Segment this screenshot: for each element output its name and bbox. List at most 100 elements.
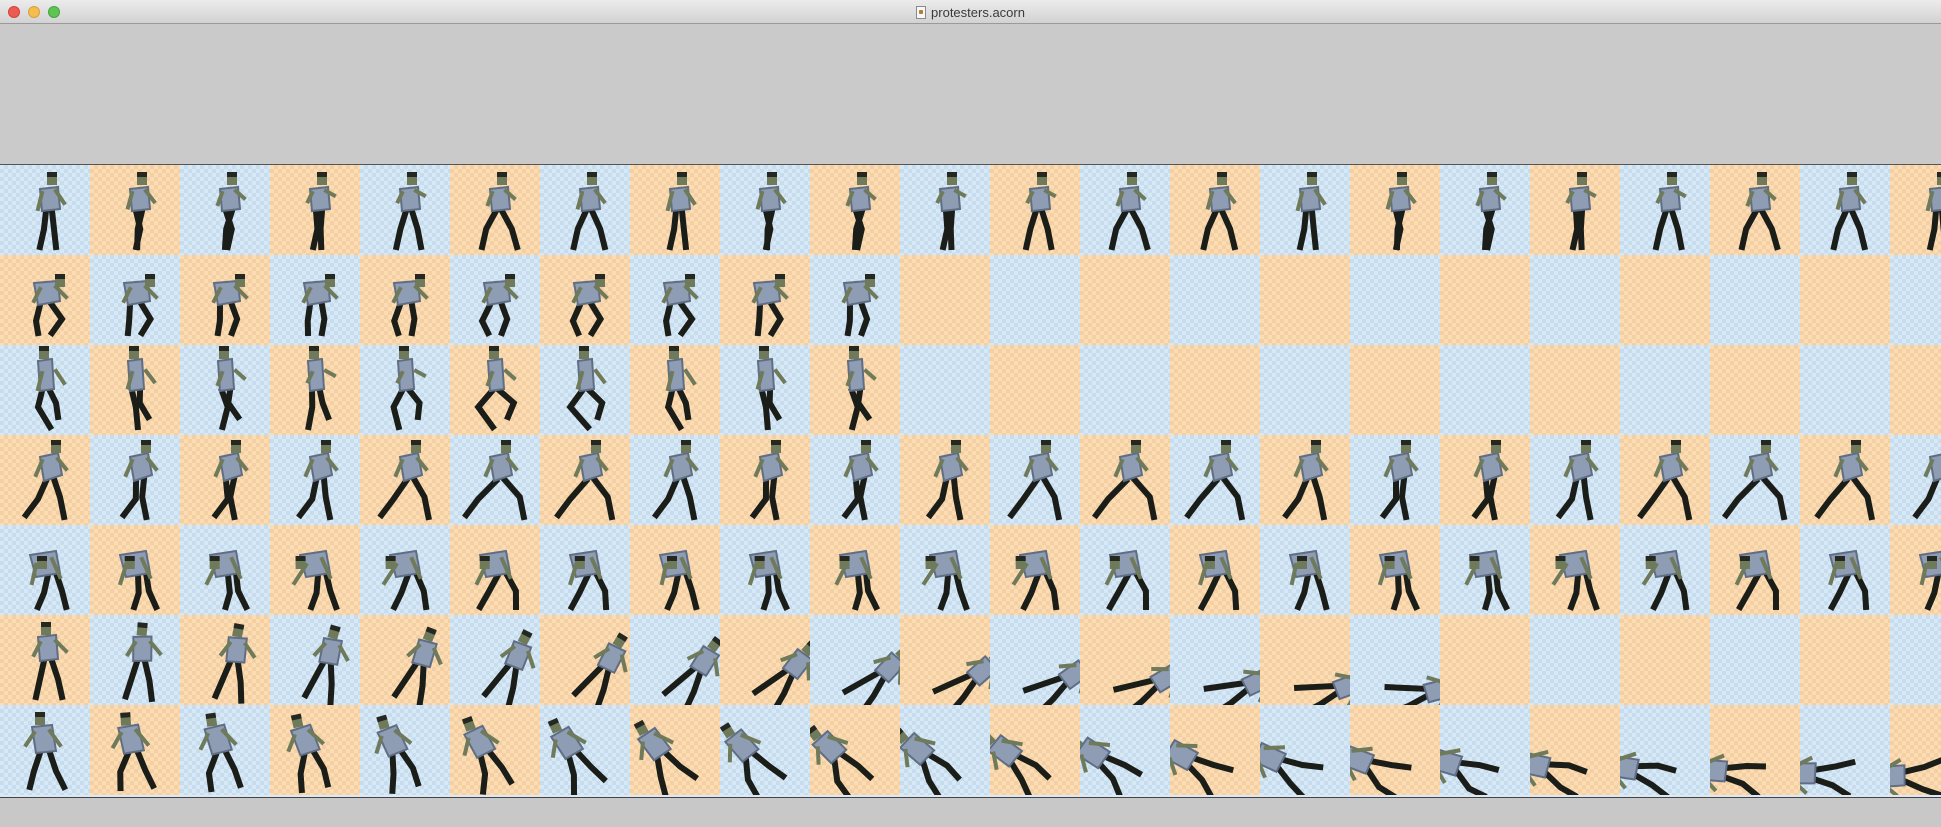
sprite-frame-walking-upright xyxy=(1350,165,1440,255)
protester-sprite xyxy=(1080,734,1144,795)
protester-sprite xyxy=(1379,440,1419,521)
sprite-frame-falling-down xyxy=(720,615,810,705)
empty-sprite-cell xyxy=(1620,345,1710,435)
sprite-frame-running xyxy=(1080,435,1170,525)
sprite-frame-knocked-down xyxy=(0,705,90,795)
empty-sprite-cell xyxy=(1260,345,1350,435)
bottom-status-bar xyxy=(0,797,1941,827)
empty-sprite-cell xyxy=(1080,255,1170,345)
protester-sprite xyxy=(1800,755,1856,795)
sprite-frame-bending-over xyxy=(1530,525,1620,615)
sprite-frame-bending-over xyxy=(360,525,450,615)
protester-sprite xyxy=(661,274,699,338)
window-title: protesters.acorn xyxy=(931,4,1025,20)
protester-sprite xyxy=(1641,549,1690,612)
sprite-frame-climbing xyxy=(360,345,450,435)
protester-sprite xyxy=(570,172,609,251)
sprite-frame-knocked-down xyxy=(1440,705,1530,795)
protester-sprite xyxy=(566,346,607,432)
sprite-frame-bending-over xyxy=(1170,525,1260,615)
protester-sprite xyxy=(751,274,789,338)
sprite-frame-knocked-down xyxy=(990,705,1080,795)
sprite-frame-walking-upright xyxy=(0,165,90,255)
sprite-frame-bending-over xyxy=(1080,525,1170,615)
sprite-frame-knocked-down xyxy=(1170,705,1260,795)
empty-sprite-cell xyxy=(1800,255,1890,345)
protester-sprite xyxy=(571,632,628,705)
sprite-frame-walking-upright xyxy=(1170,165,1260,255)
sprite-frame-falling-down xyxy=(450,615,540,705)
sprite-frame-running xyxy=(1260,435,1350,525)
protester-sprite xyxy=(121,274,159,338)
sprite-frame-bending-over xyxy=(270,525,360,615)
sprite-frame-running xyxy=(180,435,270,525)
sprite-frame-running xyxy=(810,435,900,525)
protester-sprite xyxy=(305,172,337,251)
sprite-frame-bending-over xyxy=(1800,525,1890,615)
protester-sprite xyxy=(296,440,339,521)
sprite-frame-climbing xyxy=(630,345,720,435)
protester-sprite xyxy=(374,714,422,794)
protester-sprite xyxy=(1475,172,1507,251)
sprite-frame-falling-down xyxy=(360,615,450,705)
empty-sprite-cell xyxy=(1710,345,1800,435)
sprite-frame-walking-upright xyxy=(90,165,180,255)
protester-sprite xyxy=(461,716,515,795)
protester-sprite xyxy=(377,440,432,521)
sprite-frame-walking-upright xyxy=(1440,165,1530,255)
protester-sprite xyxy=(35,172,67,251)
sprite-frame-climbing xyxy=(270,345,360,435)
empty-sprite-cell xyxy=(1440,255,1530,345)
protester-sprite xyxy=(1022,172,1057,251)
empty-sprite-cell xyxy=(1530,345,1620,435)
document-proxy-icon[interactable] xyxy=(916,5,927,19)
sprite-frame-knocked-down xyxy=(270,705,360,795)
protester-sprite xyxy=(921,549,970,611)
empty-sprite-cell xyxy=(990,345,1080,435)
protester-sprite xyxy=(1293,672,1350,705)
protester-sprite xyxy=(462,440,528,521)
sprite-frame-knocked-down xyxy=(90,705,180,795)
protester-sprite xyxy=(1022,659,1080,705)
protester-sprite xyxy=(845,172,877,251)
protester-sprite xyxy=(1738,172,1781,251)
empty-sprite-cell xyxy=(1890,615,1941,705)
empty-sprite-cell xyxy=(1440,345,1530,435)
image-canvas[interactable] xyxy=(0,165,1941,797)
sprite-frame-knocked-down xyxy=(1530,705,1620,795)
protester-sprite xyxy=(845,346,877,431)
protester-sprite xyxy=(1721,440,1788,521)
protester-sprite xyxy=(390,346,427,431)
protester-sprite xyxy=(834,549,881,612)
sprite-frame-climbing xyxy=(540,345,630,435)
protester-sprite xyxy=(198,712,244,793)
protester-sprite xyxy=(810,724,875,795)
sprite-frame-crouching xyxy=(360,255,450,345)
protester-sprite xyxy=(1007,440,1063,521)
sprite-frame-knocked-down xyxy=(1080,705,1170,795)
sprite-frame-walking-upright xyxy=(1890,165,1941,255)
empty-sprite-cell xyxy=(1170,255,1260,345)
empty-sprite-cell xyxy=(1620,615,1710,705)
protester-sprite xyxy=(747,549,790,611)
protester-sprite xyxy=(305,346,337,431)
sprite-frame-running xyxy=(540,435,630,525)
sprite-frame-running xyxy=(1620,435,1710,525)
protester-sprite xyxy=(1288,549,1330,611)
protester-sprite xyxy=(664,346,697,432)
protester-sprite xyxy=(1551,549,1600,611)
sprite-frame-bending-over xyxy=(1710,525,1800,615)
sprite-frame-running xyxy=(1800,435,1890,525)
sprite-frame-bending-over xyxy=(450,525,540,615)
protester-sprite xyxy=(931,650,990,705)
sprite-frame-knocked-down xyxy=(1620,705,1710,795)
sprite-frame-bending-over xyxy=(0,525,90,615)
protester-sprite xyxy=(841,645,900,705)
sprite-frame-running xyxy=(1890,435,1941,525)
sprite-frame-walking-upright xyxy=(1710,165,1800,255)
sprite-frame-bending-over xyxy=(1260,525,1350,615)
sprite-frame-falling-down xyxy=(900,615,990,705)
empty-toolbar-area xyxy=(0,24,1941,165)
sprite-frame-walking-upright xyxy=(1800,165,1890,255)
window-title-group: protesters.acorn xyxy=(0,0,1941,24)
